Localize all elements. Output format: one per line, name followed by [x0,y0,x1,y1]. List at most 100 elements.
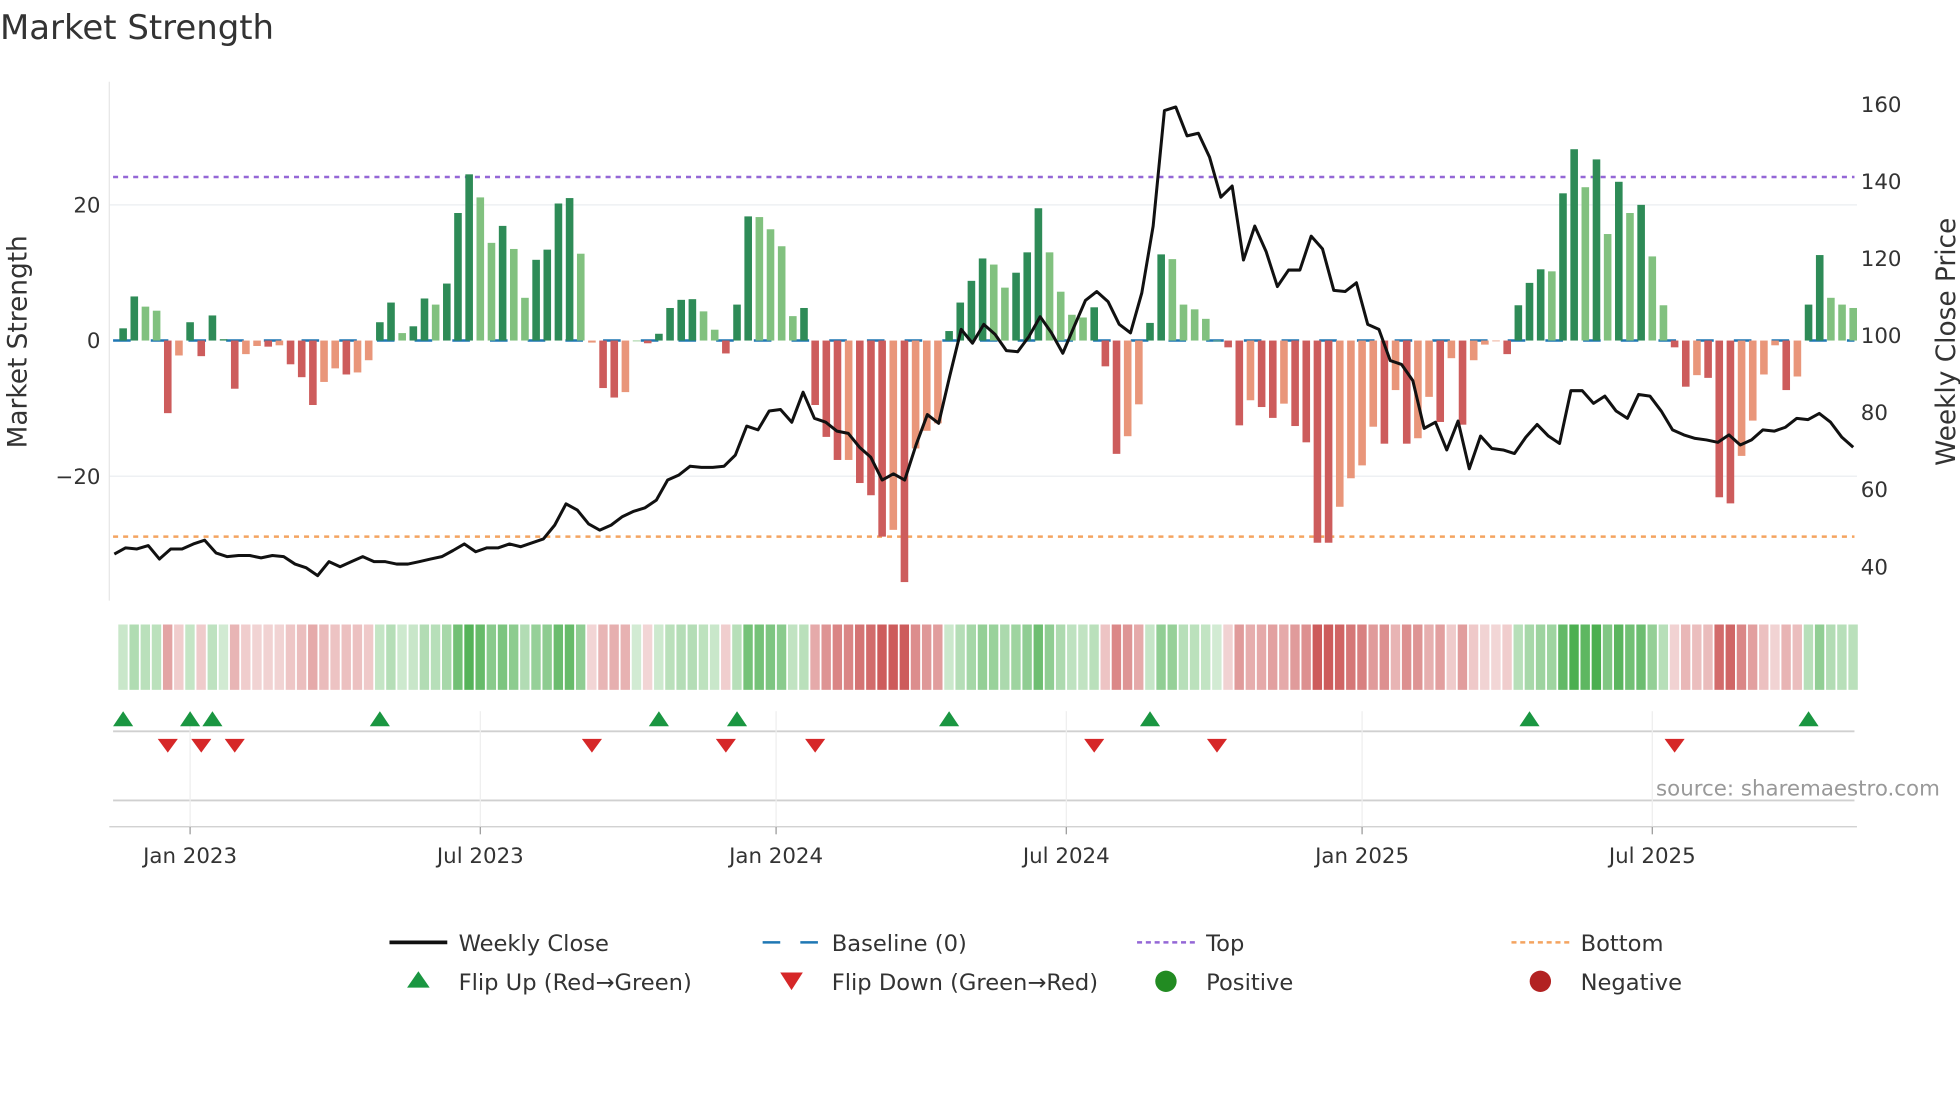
flip-marker-panel [109,711,1857,828]
heat-strip-cell [542,624,552,690]
heat-strip-cell [799,624,809,690]
strength-bar [1760,340,1768,375]
strength-bar [1112,340,1121,454]
strength-bar [1402,340,1411,444]
heat-strip-cell [419,624,430,690]
strength-bar [655,333,663,341]
strength-bar [1224,340,1232,348]
strength-bar [1782,340,1791,391]
right-tick-label: 80 [1861,401,1888,426]
flip-down-marker [1664,738,1685,753]
heat-strip-cell [1357,624,1367,690]
heat-strip-cell [308,624,318,690]
heat-strip-cell [564,624,575,690]
heat-strip-cell [1580,624,1590,690]
heat-strip-cell [1234,624,1244,690]
strength-bar [1559,193,1567,341]
strength-bar [1827,297,1835,341]
strength-bar [476,197,485,341]
triangle-up-icon [407,971,430,988]
heat-strip-cell [1446,624,1456,690]
y-axis-label: Market Strength [3,235,33,448]
heat-strip-cell [1067,624,1077,690]
legend-item: Weekly Close [389,931,609,957]
heat-strip-cell [129,624,139,690]
heat-strip-cell [1223,624,1233,690]
strength-bar [1704,340,1712,378]
flip-up-marker [648,711,669,727]
heat-strip-cell [1747,624,1758,690]
heat-strip-cell [1803,624,1814,690]
heat-strip-cell [1491,624,1501,690]
strength-bar [1347,340,1355,479]
heat-strip-cell [1390,624,1401,690]
heat-strip-cell [631,624,642,690]
strength-bar [509,248,518,341]
strength-bar [152,310,161,341]
heat-strip-cell [1680,624,1691,690]
strength-bar [833,340,842,460]
strength-bar [967,280,976,341]
strength-bar [1481,340,1489,345]
heat-strip-cell [1826,624,1836,690]
strength-bar [688,299,697,341]
strength-bar [1548,271,1556,341]
heat-strip-cell [1502,624,1512,690]
heat-strip-cell [497,624,508,690]
strength-bar [1157,254,1165,341]
heat-strip-cell [966,624,976,690]
strength-bar [1358,340,1366,466]
heat-strip-cell [441,624,452,690]
strength-bar [286,340,295,365]
strength-bar [599,340,607,389]
strength-bar [175,340,183,356]
strength-bar [1213,340,1221,342]
strength-bar [1693,340,1701,376]
strength-bar [342,340,351,375]
strength-bar [465,174,473,341]
heat-strip-cell [933,624,943,690]
heat-strip-cell [921,624,932,690]
heat-strip-cell [1368,624,1378,690]
strength-bar [1190,309,1199,341]
y2-axis-label: Weekly Close Price [1932,218,1960,466]
heat-strip-cell [1647,624,1657,690]
strength-bar [275,340,284,346]
heat-strip-cell [620,624,630,690]
heat-strip-cell [319,624,329,690]
heat-strip-cell [1814,624,1825,690]
heat-strip-cell [1089,624,1099,690]
heat-strip-cell [1401,624,1412,690]
heat-strip-cell [944,624,954,690]
heat-strip-cell [1267,624,1278,690]
heat-strip-cell [408,624,418,690]
heat-strip-cell [1078,624,1088,690]
flip-down-marker [581,738,602,753]
strength-bar [1514,305,1523,341]
strength-bar [487,242,496,341]
strength-bar [1804,304,1813,341]
strength-bar [1603,234,1612,341]
strength-bar [353,340,362,373]
strength-bar [1168,259,1177,341]
strength-bar [1626,213,1634,341]
strength-bar [1436,340,1445,422]
strength-bar [867,340,875,496]
strength-bar [1012,272,1020,341]
heat-strip-cell [508,624,519,690]
legend: Weekly Close Baseline (0) Top Bottom Flip Up… [389,931,1682,996]
flip-down-marker [1206,738,1228,753]
heat-strip-cell [475,624,485,690]
heat-strip-cell [430,624,441,690]
legend-label: Bottom [1581,931,1664,957]
heat-strip-cell [464,624,474,690]
legend-label: Flip Up (Red→Green) [459,970,692,996]
heat-strip-cell [1178,624,1189,690]
strength-bar [1469,340,1478,361]
strength-bar [1570,149,1578,341]
right-tick-label: 160 [1861,93,1902,118]
strength-bar [900,340,909,583]
x-tick-label: Jul 2024 [1021,844,1110,869]
strength-bar [420,298,429,341]
strength-bar [1391,340,1400,391]
